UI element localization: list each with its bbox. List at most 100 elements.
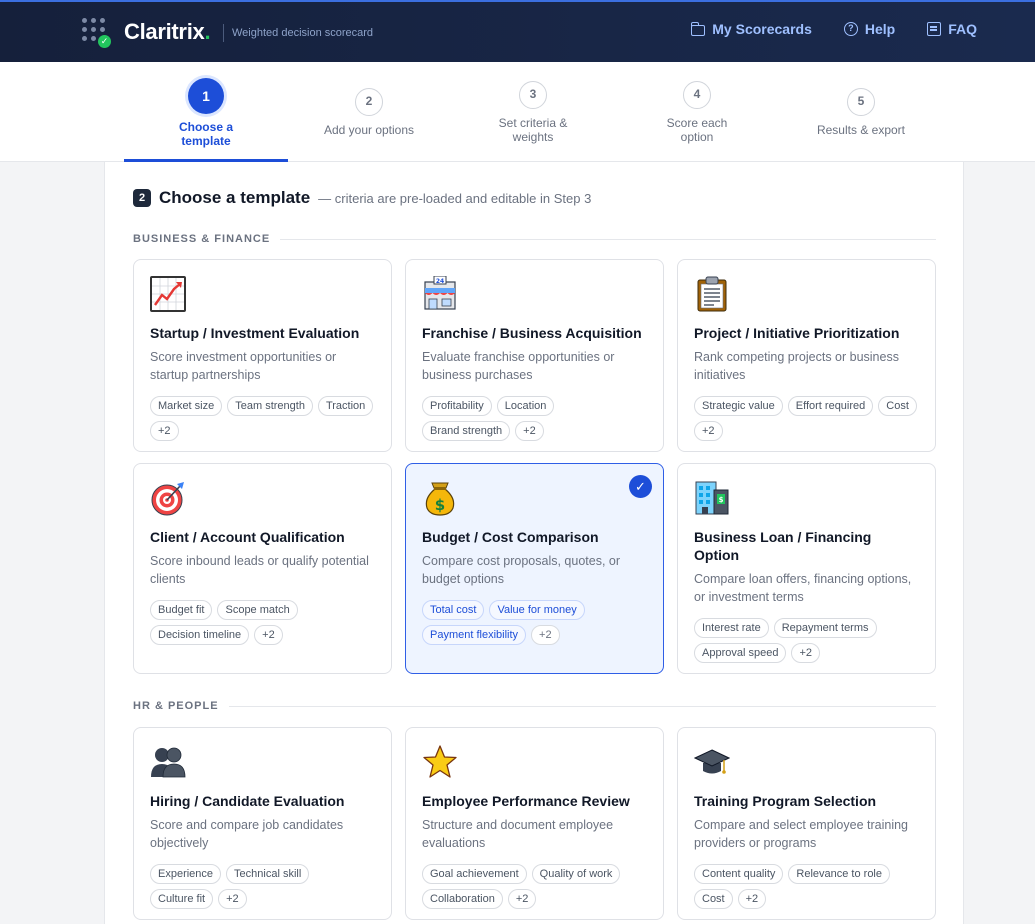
chart-icon [150, 276, 186, 312]
faq-icon [927, 22, 942, 36]
card-description: Evaluate franchise opportunities or busi… [422, 350, 615, 382]
step-number: 5 [847, 88, 875, 116]
criteria-tags: Goal achievement Quality of work Collabo… [422, 864, 647, 909]
clipboard-icon [694, 276, 730, 312]
nav-faq[interactable]: FAQ [927, 21, 977, 37]
svg-text:$: $ [435, 496, 445, 514]
criteria-tags: Content quality Relevance to role Cost +… [694, 864, 919, 909]
criteria-tag: Quality of work [531, 864, 621, 884]
criteria-tag: Approval speed [694, 643, 787, 663]
criteria-tag: Decision timeline [150, 625, 250, 645]
step-label: Add your options [323, 123, 415, 137]
section-title: Choose a template [159, 188, 311, 207]
criteria-tag: Budget fit [150, 600, 213, 620]
card-description: Score and compare job candidates objecti… [150, 818, 344, 850]
card-description: Compare cost proposals, quotes, or budge… [422, 554, 621, 586]
criteria-tag: Cost [694, 889, 733, 909]
criteria-tags: Market size Team strength Traction +2 [150, 396, 375, 441]
section-number-badge: 2 [133, 189, 151, 207]
section-header: 2 Choose a template — criteria are pre-l… [133, 188, 591, 208]
main-nav: My Scorecards ? Help FAQ [691, 21, 977, 37]
criteria-tag: Strategic value [694, 396, 783, 416]
criteria-tag: Market size [150, 396, 223, 416]
card-title: Client / Account Qualification [150, 529, 345, 545]
star-icon [422, 744, 458, 780]
more-criteria-tag: +2 [737, 889, 767, 909]
template-card-performance[interactable]: Employee Performance Review Structure an… [405, 727, 664, 920]
card-title: Employee Performance Review [422, 793, 630, 809]
criteria-tag: Scope match [217, 600, 298, 620]
template-card-loan[interactable]: $ Business Loan / Financing Option Compa… [677, 463, 936, 674]
card-description: Structure and document employee evaluati… [422, 818, 614, 850]
more-criteria-tag: +2 [694, 421, 723, 441]
criteria-tag: Traction [317, 396, 374, 416]
step-label: Score each option [666, 116, 728, 144]
graduation-cap-icon [694, 744, 730, 780]
criteria-tag: Effort required [787, 396, 874, 416]
tagline: Weighted decision scorecard [223, 24, 373, 42]
selected-check-icon: ✓ [629, 475, 652, 498]
brand-name: Claritrix. [124, 19, 211, 44]
folder-icon [691, 21, 706, 36]
more-criteria-tag: +2 [150, 421, 179, 441]
more-criteria-tag: +2 [254, 625, 283, 645]
category-heading: HR & PEOPLE [133, 700, 936, 712]
template-panel: 2 Choose a template — criteria are pre-l… [104, 162, 964, 924]
criteria-tag: Payment flexibility [422, 625, 527, 645]
card-description: Rank competing projects or business init… [694, 350, 899, 382]
criteria-tag: Collaboration [422, 889, 503, 909]
svg-text:$: $ [719, 496, 724, 504]
criteria-tags: Budget fit Scope match Decision timeline… [150, 600, 375, 645]
more-criteria-tag: +2 [507, 889, 537, 909]
card-description: Compare loan offers, financing options, … [694, 572, 912, 604]
category-label: HR & PEOPLE [133, 700, 219, 712]
criteria-tag: Interest rate [694, 618, 769, 638]
template-card-client[interactable]: Client / Account Qualification Score inb… [133, 463, 392, 674]
logo-dots-icon: ✓ [80, 16, 114, 48]
card-title: Business Loan / Financing Option [694, 529, 872, 563]
card-title: Training Program Selection [694, 793, 877, 809]
criteria-tags: Total cost Value for money Payment flexi… [422, 600, 647, 645]
template-card-startup[interactable]: Startup / Investment Evaluation Score in… [133, 259, 392, 452]
criteria-tag: Brand strength [422, 421, 511, 441]
step-label: Results & export [816, 123, 906, 137]
people-icon [150, 744, 186, 780]
bank-building-icon: $ [694, 480, 730, 516]
nav-help[interactable]: ? Help [843, 21, 896, 37]
progress-stepper: 1 Choose a template 2 Add your options 3… [0, 62, 1035, 162]
check-icon: ✓ [98, 35, 111, 48]
template-card-training[interactable]: Training Program Selection Compare and s… [677, 727, 936, 920]
template-card-franchise[interactable]: 24 Franchise / Business Acquisition Eval… [405, 259, 664, 452]
section-subtitle: — criteria are pre-loaded and editable i… [318, 190, 592, 206]
criteria-tag: Location [496, 396, 555, 416]
card-title: Project / Initiative Prioritization [694, 325, 900, 341]
top-navigation-bar: ✓ Claritrix. Weighted decision scorecard… [0, 0, 1035, 62]
criteria-tag: Relevance to role [788, 864, 890, 884]
template-card-hiring[interactable]: Hiring / Candidate Evaluation Score and … [133, 727, 392, 920]
nav-label: Help [864, 21, 896, 37]
card-title: Budget / Cost Comparison [422, 529, 599, 545]
money-bag-icon: $ [422, 480, 458, 516]
criteria-tag: Goal achievement [422, 864, 527, 884]
more-criteria-tag: +2 [218, 889, 247, 909]
store-icon: 24 [422, 276, 458, 312]
criteria-tag: Team strength [227, 396, 313, 416]
logo[interactable]: ✓ Claritrix. [80, 16, 211, 48]
more-criteria-tag: +2 [531, 625, 560, 645]
more-criteria-tag: +2 [791, 643, 820, 663]
step-choose-template[interactable]: 1 Choose a template [124, 78, 288, 162]
step-label: Choose a template [178, 120, 233, 148]
template-card-project[interactable]: Project / Initiative Prioritization Rank… [677, 259, 936, 452]
card-description: Score investment opportunities or startu… [150, 350, 337, 382]
more-criteria-tag: +2 [515, 421, 544, 441]
criteria-tags: Interest rate Repayment terms Approval s… [694, 618, 919, 663]
criteria-tag: Experience [150, 864, 222, 884]
nav-my-scorecards[interactable]: My Scorecards [691, 21, 812, 37]
criteria-tag: Repayment terms [773, 618, 877, 638]
criteria-tag: Cost [878, 396, 917, 416]
card-title: Hiring / Candidate Evaluation [150, 793, 345, 809]
step-number: 4 [683, 81, 711, 109]
svg-text:24: 24 [436, 278, 444, 285]
template-card-budget[interactable]: ✓ $ Budget / Cost Comparison Compare cos… [405, 463, 664, 674]
card-title: Startup / Investment Evaluation [150, 325, 360, 341]
